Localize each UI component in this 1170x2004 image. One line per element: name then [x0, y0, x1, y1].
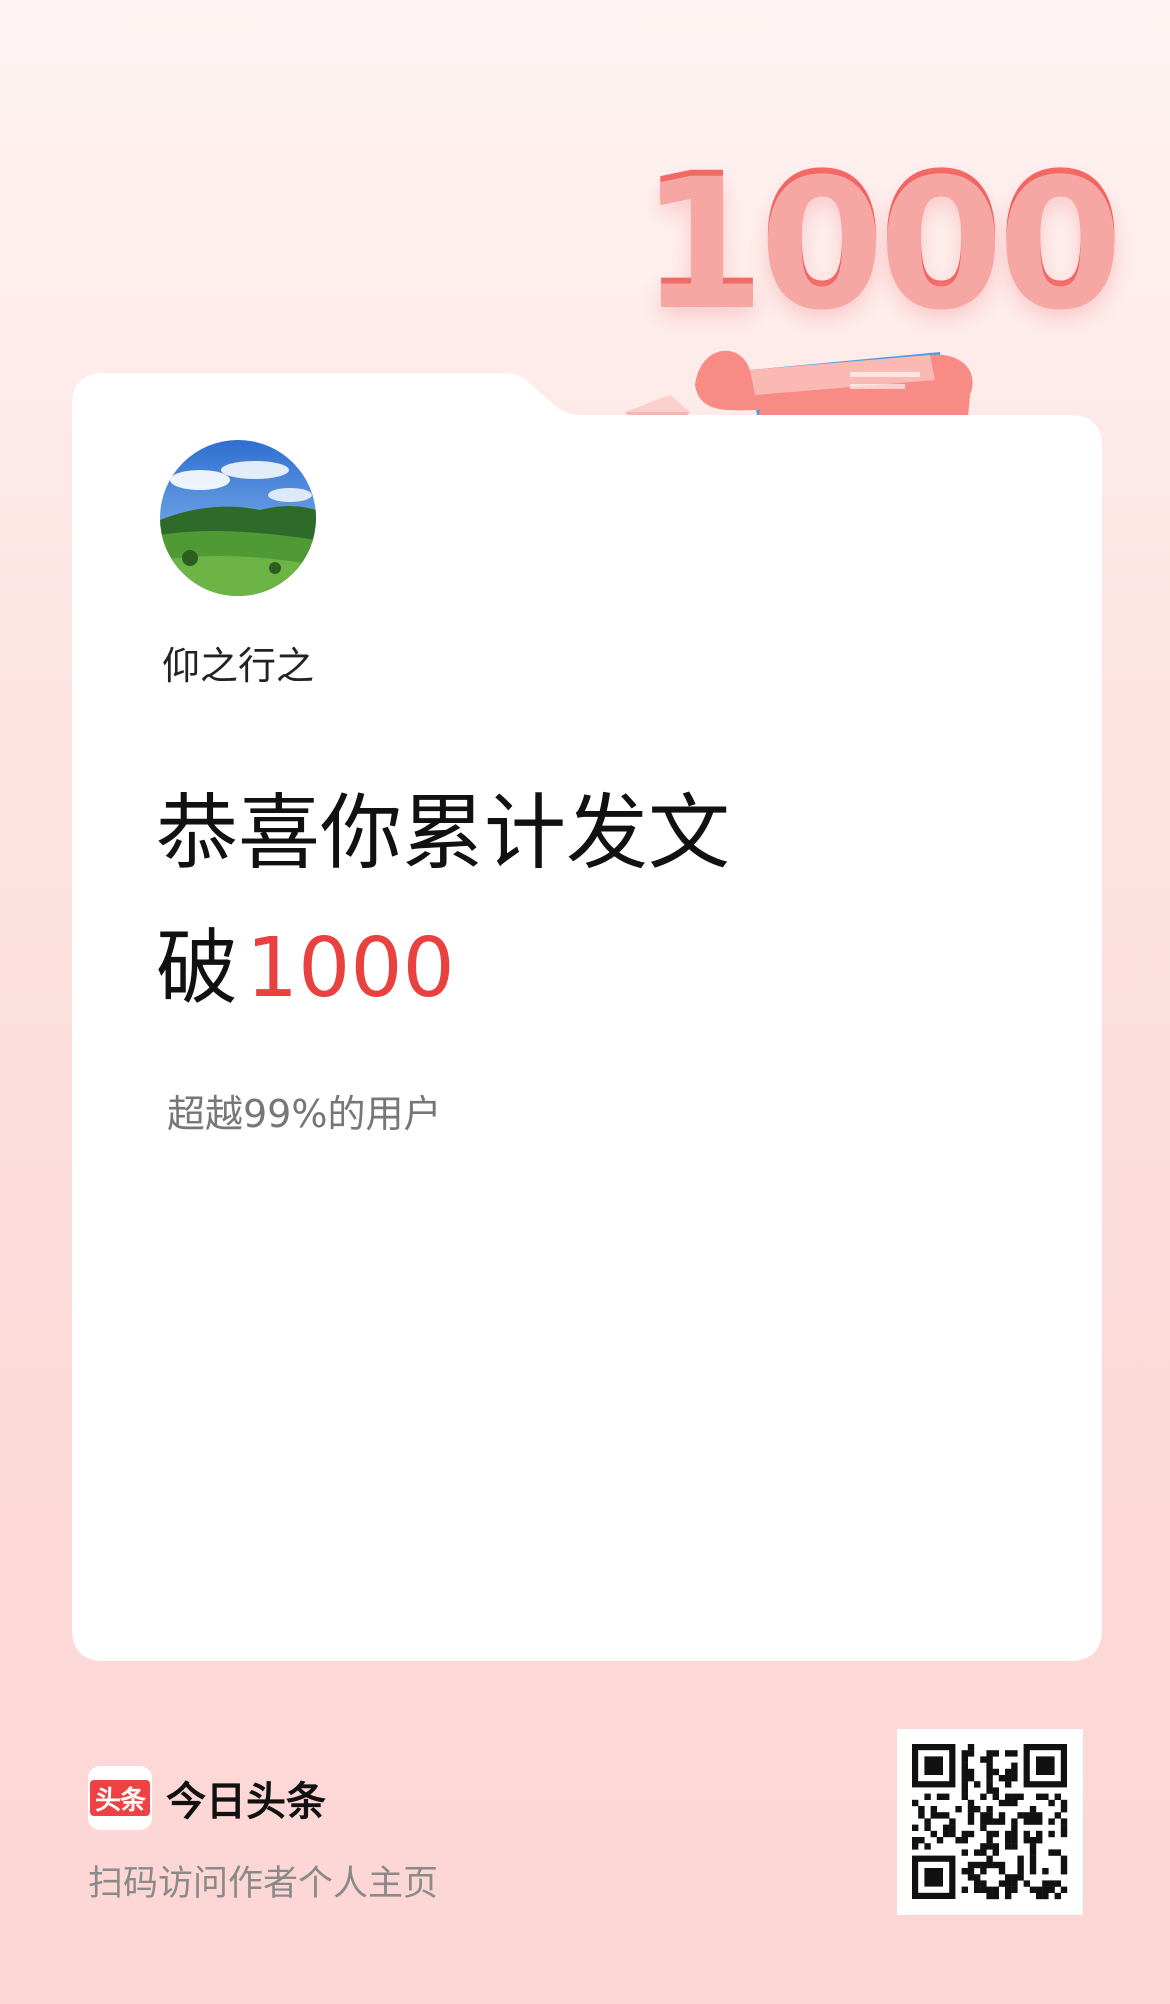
username: 仰之行之 [162, 644, 315, 688]
qr-code[interactable] [897, 1729, 1083, 1915]
headline-prefix: 破 [156, 921, 239, 1016]
headline-number: 1000 [246, 921, 455, 1016]
headline-line-2: 破1000 [156, 928, 455, 1010]
scan-hint: 扫码访问作者个人主页 [88, 1864, 439, 1904]
qr-code-icon [912, 1744, 1068, 1900]
logo-text: 头条 [90, 1780, 150, 1816]
brand: 头条 今日头条 [88, 1766, 326, 1830]
brand-name: 今日头条 [166, 1779, 326, 1825]
achievement-card: 仰之行之 恭喜你累计发文 破1000 超越99%的用户 [72, 373, 1102, 1661]
landscape-avatar-icon [160, 440, 316, 596]
headline-line-1: 恭喜你累计发文 [156, 786, 731, 881]
avatar[interactable] [160, 440, 316, 596]
ranking-subtext: 超越99%的用户 [167, 1092, 442, 1136]
toutiao-logo-icon: 头条 [88, 1766, 152, 1830]
